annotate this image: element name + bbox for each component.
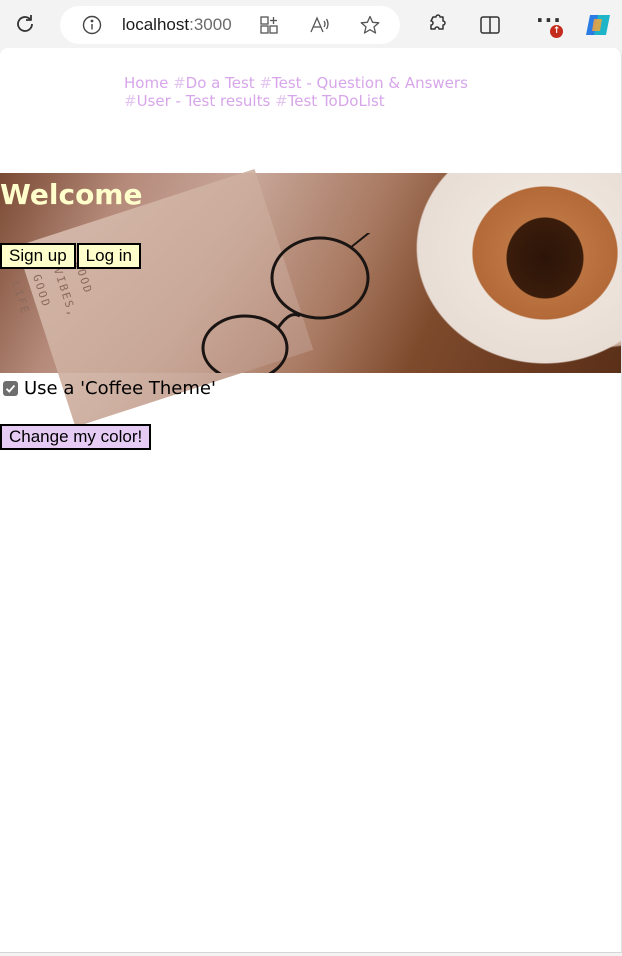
nav-link-user-test-results[interactable]: User - Test results (137, 92, 271, 110)
sign-up-button[interactable]: Sign up (0, 243, 76, 269)
app-available-icon[interactable] (259, 15, 279, 35)
nav-separator: # (259, 74, 273, 92)
hero-banner: GOOD VIBES, GOOD LIFE Welcome Sign up Lo… (0, 169, 621, 427)
read-aloud-icon[interactable] (309, 15, 331, 35)
nav-separator: # (275, 92, 288, 110)
welcome-heading: Welcome (0, 178, 143, 211)
split-screen-icon[interactable] (479, 14, 501, 36)
copilot-icon[interactable] (584, 11, 614, 39)
coffee-theme-label: Use a 'Coffee Theme' (24, 378, 216, 399)
update-badge: ↑ (550, 25, 563, 38)
glasses-image (201, 233, 371, 373)
url-host: localhost (122, 15, 190, 34)
coffee-theme-checkbox[interactable] (3, 381, 18, 396)
change-color-button[interactable]: Change my color! (0, 424, 152, 450)
checkmark-icon (5, 384, 16, 393)
top-navigation: Home #Do a Test #Test - Question & Answe… (124, 74, 504, 110)
nav-link-test-todolist[interactable]: Test ToDoList (288, 92, 385, 110)
site-info-icon[interactable] (82, 15, 102, 39)
page-viewport: Home #Do a Test #Test - Question & Answe… (0, 48, 622, 953)
url-port: :3000 (189, 15, 232, 34)
nav-link-home[interactable]: Home (124, 74, 168, 92)
log-in-button[interactable]: Log in (76, 243, 141, 269)
address-bar[interactable]: localhost:3000 (60, 6, 400, 44)
nav-separator: # (124, 92, 137, 110)
browser-toolbar: localhost:3000 ··· ↑ (0, 0, 622, 48)
nav-link-do-a-test[interactable]: Do a Test (186, 74, 255, 92)
coffee-theme-toggle[interactable]: Use a 'Coffee Theme' (3, 378, 216, 399)
nav-separator: # (173, 74, 186, 92)
address-url[interactable]: localhost:3000 (122, 15, 232, 35)
extensions-icon[interactable] (425, 14, 447, 36)
auth-buttons: Sign up Log in (0, 243, 141, 269)
refresh-icon[interactable] (14, 13, 36, 35)
nav-link-test-qa[interactable]: Test - Question & Answers (272, 74, 468, 92)
favorite-star-icon[interactable] (359, 15, 381, 35)
